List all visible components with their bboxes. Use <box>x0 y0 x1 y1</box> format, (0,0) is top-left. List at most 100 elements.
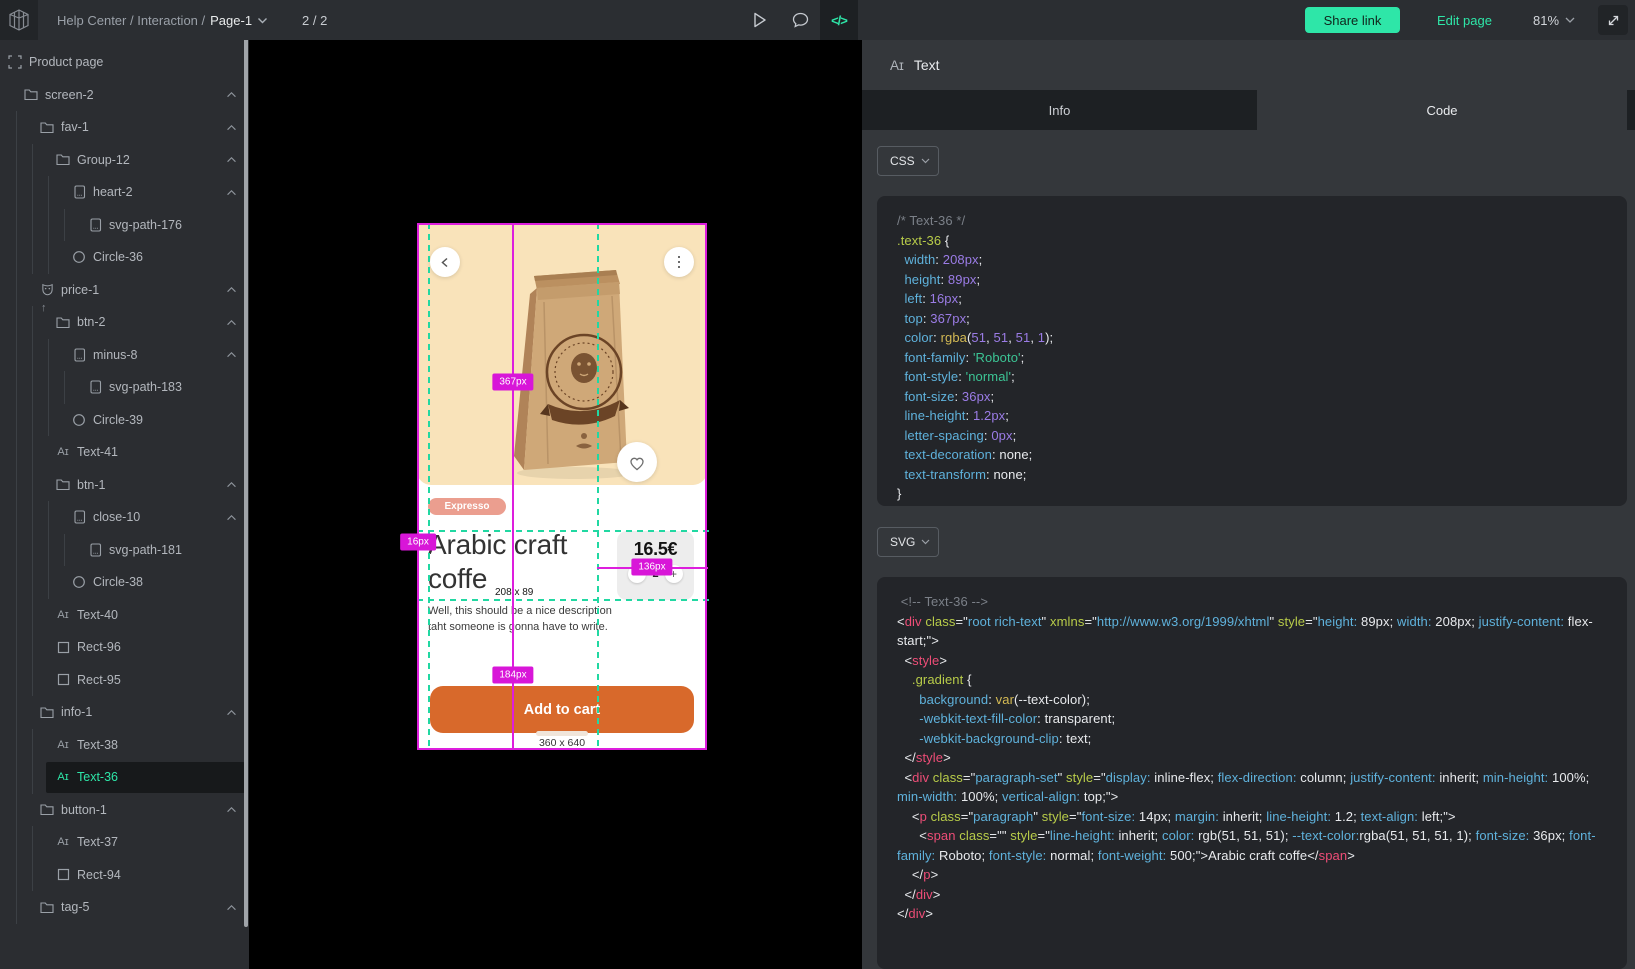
code-line: font-style: 'normal'; <box>897 367 1607 387</box>
layer-label: button-1 <box>61 803 107 817</box>
indent-guide <box>32 566 33 599</box>
collapse-chevron-icon[interactable] <box>226 709 237 716</box>
indent-guide <box>16 891 17 924</box>
indent-guide <box>16 274 17 307</box>
indent-guide <box>16 729 17 762</box>
layer-row-rect-95[interactable]: Rect-95 <box>0 664 249 697</box>
code-mode-button[interactable]: </> <box>820 0 858 40</box>
indent-guide <box>16 761 17 794</box>
zoom-level-control[interactable]: 81% <box>1533 0 1575 40</box>
layer-row-circle-39[interactable]: Circle-39 <box>0 404 249 437</box>
collapse-chevron-icon[interactable] <box>226 514 237 521</box>
code-line: color: rgba(51, 51, 51, 1); <box>897 328 1607 348</box>
layer-row-btn-1[interactable]: btn-1 <box>0 469 249 502</box>
layer-row-svg-path-176[interactable]: svg-path-176 <box>0 209 249 242</box>
collapse-chevron-icon[interactable] <box>226 351 237 358</box>
comment-button[interactable] <box>781 0 819 40</box>
indent-guide <box>48 501 49 534</box>
layer-label: Text-36 <box>77 770 118 784</box>
layer-row-heart-2[interactable]: heart-2 <box>0 176 249 209</box>
layer-row-rect-96[interactable]: Rect-96 <box>0 631 249 664</box>
layer-row-text-37[interactable]: AɪText-37 <box>0 826 249 859</box>
share-link-button[interactable]: Share link <box>1305 7 1400 33</box>
text-layer-icon: Aɪ <box>56 770 70 784</box>
file-layer-icon <box>72 510 86 524</box>
indent-guide <box>16 469 17 502</box>
zoom-level-value: 81% <box>1533 13 1559 28</box>
collapse-chevron-icon[interactable] <box>226 189 237 196</box>
layer-row-rect-94[interactable]: Rect-94 <box>0 859 249 892</box>
collapse-chevron-icon[interactable] <box>226 124 237 131</box>
layer-row-price-1[interactable]: price-1 <box>0 274 249 307</box>
page-indicator: 2 / 2 <box>302 0 327 40</box>
collapse-chevron-icon[interactable] <box>226 286 237 293</box>
layer-row-fav-1[interactable]: fav-1 <box>0 111 249 144</box>
layer-row-text-41[interactable]: AɪText-41 <box>0 436 249 469</box>
layer-row-svg-path-183[interactable]: svg-path-183 <box>0 371 249 404</box>
app-logo[interactable] <box>0 0 38 40</box>
layer-row-product page[interactable]: Product page <box>0 46 249 79</box>
indent-guide <box>48 176 49 209</box>
svg-language-select[interactable]: SVG <box>877 527 939 557</box>
selection-size-label: 208 x 89 <box>495 587 533 598</box>
play-icon <box>753 12 767 28</box>
layer-label: Rect-95 <box>77 673 121 687</box>
layer-label: Circle-36 <box>93 250 143 264</box>
layer-row-circle-36[interactable]: Circle-36 <box>0 241 249 274</box>
collapse-chevron-icon[interactable] <box>226 904 237 911</box>
chevron-down-icon <box>1565 17 1575 23</box>
file-layer-icon <box>88 380 102 394</box>
top-bar: Help Center / Interaction / Page-1 2 / 2… <box>0 0 1635 40</box>
indent-guide <box>32 826 33 859</box>
layer-label: Product page <box>29 55 103 69</box>
layer-row-minus-8[interactable]: minus-8 <box>0 339 249 372</box>
layer-row-text-38[interactable]: AɪText-38 <box>0 729 249 762</box>
layers-scrollbar[interactable] <box>244 2 248 927</box>
breadcrumb[interactable]: Help Center / Interaction / Page-1 <box>57 0 268 40</box>
product-screen-frame[interactable]: Expresso Arabic craft coffe 208 x 89 Wel… <box>417 223 707 750</box>
code-line: <span class="" style="line-height: inher… <box>897 826 1607 865</box>
collapse-chevron-icon[interactable] <box>226 91 237 98</box>
code-line: background: var(--text-color); <box>897 690 1607 710</box>
layer-row-button-1[interactable]: button-1 <box>0 794 249 827</box>
code-line: <style> <box>897 651 1607 671</box>
collapse-chevron-icon[interactable] <box>226 481 237 488</box>
indent-guide <box>32 306 33 339</box>
css-language-select[interactable]: CSS <box>877 146 939 176</box>
play-button[interactable] <box>741 0 779 40</box>
layer-label: tag-5 <box>61 900 90 914</box>
circle-layer-icon <box>72 413 86 427</box>
folder-layer-icon <box>40 120 54 134</box>
code-mode-icon: </> <box>831 13 847 28</box>
layer-label: info-1 <box>61 705 92 719</box>
layer-row-svg-path-181[interactable]: svg-path-181 <box>0 534 249 567</box>
mask-layer-icon <box>40 283 54 297</box>
indent-guide <box>32 469 33 502</box>
collapse-chevron-icon[interactable] <box>226 319 237 326</box>
indent-guide <box>32 664 33 697</box>
code-line: </div> <box>897 904 1607 924</box>
tab-code[interactable]: Code <box>1257 90 1627 130</box>
layer-row-text-36[interactable]: Aɪ Text-36 <box>0 761 249 794</box>
design-canvas[interactable]: Expresso Arabic craft coffe 208 x 89 Wel… <box>249 40 862 969</box>
layer-row-close-10[interactable]: close-10 <box>0 501 249 534</box>
layer-row-circle-38[interactable]: Circle-38 <box>0 566 249 599</box>
tab-info[interactable]: Info <box>862 90 1257 130</box>
collapse-chevron-icon[interactable] <box>226 806 237 813</box>
layer-row-text-40[interactable]: AɪText-40 <box>0 599 249 632</box>
edit-page-link[interactable]: Edit page <box>1437 0 1492 40</box>
circle-layer-icon <box>72 250 86 264</box>
chevron-down-icon <box>921 158 930 164</box>
code-line: width: 208px; <box>897 250 1607 270</box>
fullscreen-button[interactable] <box>1598 5 1628 35</box>
layer-row-group-12[interactable]: Group-12 <box>0 144 249 177</box>
layer-row-screen-2[interactable]: screen-2 <box>0 79 249 112</box>
layer-row-btn-2[interactable]: btn-2 <box>0 306 249 339</box>
indent-guide <box>32 144 33 177</box>
indent-guide <box>16 436 17 469</box>
layer-row-tag-5[interactable]: tag-5 <box>0 891 249 924</box>
collapse-chevron-icon[interactable] <box>226 156 237 163</box>
indent-guide <box>64 534 65 567</box>
layer-row-info-1[interactable]: info-1 <box>0 696 249 729</box>
rect-layer-icon <box>56 868 70 882</box>
